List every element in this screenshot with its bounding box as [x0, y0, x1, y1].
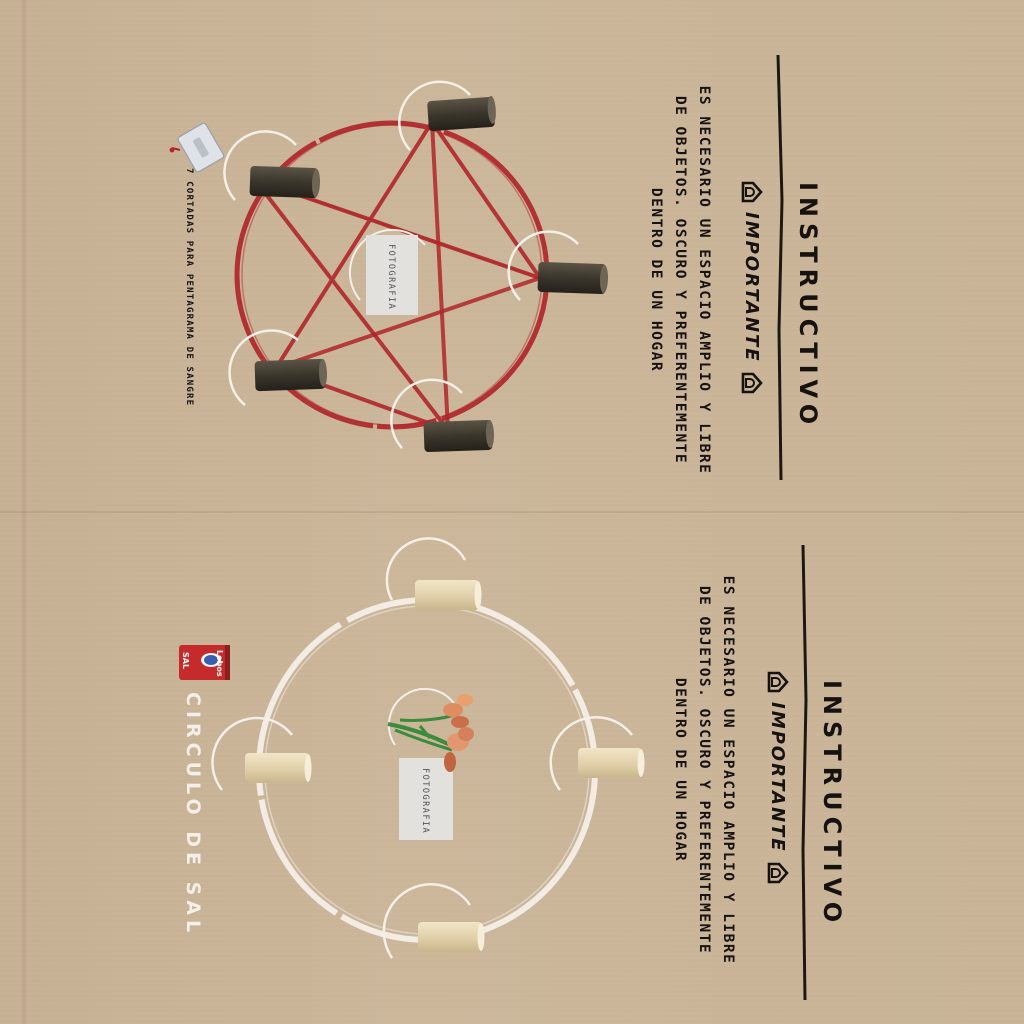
bottom-divider-line	[801, 544, 808, 1001]
bottom-title-text: INSTRUCTIVO	[818, 680, 846, 929]
dark-candle-2	[249, 165, 321, 199]
bottom-caption: CIRCULO DE SAL	[182, 692, 204, 937]
salt-can-brand: Lobos	[215, 650, 224, 677]
bottom-photo-label-text: FOTOGRAFIA	[420, 768, 430, 835]
light-candle-3	[578, 748, 645, 778]
bottom-important-text: IMPORTANTE	[767, 702, 789, 853]
top-title-text: INSTRUCTIVO	[794, 182, 822, 431]
top-title: INSTRUCTIVO	[794, 182, 822, 430]
illustration-layer	[169, 54, 808, 1001]
top-body: ES NECESARIO UN ESPACIO AMPLIO Y LIBRE D…	[644, 80, 716, 480]
dark-candle-4	[254, 358, 327, 392]
house-icon	[767, 862, 789, 883]
light-candle-1	[415, 580, 482, 610]
bottom-caption-text: CIRCULO DE SAL	[182, 692, 204, 938]
top-caption-text: 7 CORTADAS PARA PENTAGRAMA DE SANGRE	[184, 168, 194, 407]
dark-candle-3	[537, 261, 609, 295]
top-caption: 7 CORTADAS PARA PENTAGRAMA DE SANGRE	[184, 168, 194, 406]
light-candle-2	[245, 753, 312, 783]
salt-can-brand-text: Lobos	[215, 650, 224, 677]
bottom-body: ES NECESARIO UN ESPACIO AMPLIO Y LIBRE D…	[668, 570, 740, 970]
dark-candle-5	[423, 419, 494, 453]
salt-can-label-text: SAL	[181, 652, 190, 670]
top-important-row: IMPORTANTE	[740, 180, 764, 395]
razor-blade-icon	[177, 122, 225, 173]
blood-drop	[169, 147, 175, 153]
bottom-important-row: IMPORTANTE	[766, 670, 790, 885]
top-body-text: ES NECESARIO UN ESPACIO AMPLIO Y LIBRE D…	[648, 85, 712, 475]
house-icon	[741, 181, 763, 203]
top-photo-label-text: FOTOGRAFIA	[386, 244, 396, 311]
bottom-body-text: ES NECESARIO UN ESPACIO AMPLIO Y LIBRE D…	[672, 575, 736, 965]
bottom-title: INSTRUCTIVO	[818, 680, 846, 928]
house-icon	[767, 671, 789, 693]
bottom-photo-label: FOTOGRAFIA	[420, 768, 430, 834]
top-divider-line	[776, 54, 784, 481]
dark-candle-1	[427, 95, 496, 131]
house-icon	[741, 372, 763, 393]
light-candle-4	[418, 922, 485, 952]
top-important-text: IMPORTANTE	[741, 212, 763, 363]
salt-can-label: SAL	[181, 652, 190, 669]
top-photo-label: FOTOGRAFIA	[386, 244, 396, 310]
